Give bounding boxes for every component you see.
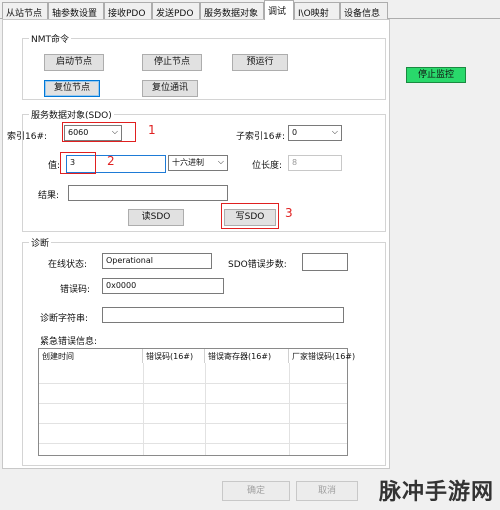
stop-node-button[interactable]: 停止节点 bbox=[142, 54, 202, 71]
tab-debug[interactable]: 调试 bbox=[264, 0, 294, 20]
number-format-select[interactable]: 十六进制 ⌵ bbox=[168, 155, 228, 171]
ok-button[interactable]: 确定 bbox=[222, 481, 290, 501]
chevron-down-icon: ⌵ bbox=[331, 127, 338, 136]
number-format-value: 十六进制 bbox=[172, 158, 204, 167]
tab-bar: 从站节点 轴参数设置 接收PDO 发送PDO 服务数据对象 调试 I\O映射 设… bbox=[0, 0, 500, 20]
online-status-field: Operational bbox=[102, 253, 212, 269]
read-sdo-button[interactable]: 读SDO bbox=[128, 209, 184, 226]
annotation-number-3: 3 bbox=[285, 206, 293, 220]
diag-string-field bbox=[102, 307, 344, 323]
annotation-number-1: 1 bbox=[148, 123, 156, 137]
tab-slave-node[interactable]: 从站节点 bbox=[2, 2, 48, 19]
result-label: 结果: bbox=[38, 191, 60, 201]
annotation-box-2 bbox=[60, 152, 96, 174]
tab-io-map[interactable]: I\O映射 bbox=[294, 2, 340, 19]
column-header-error-code: 错误码(16#) bbox=[143, 349, 205, 363]
table-grid-line bbox=[39, 403, 347, 404]
watermark-logo: 脉冲手游网 bbox=[378, 480, 494, 505]
tab-device-info[interactable]: 设备信息 bbox=[340, 2, 388, 19]
cancel-button[interactable]: 取消 bbox=[296, 481, 358, 501]
value-label: 值: bbox=[48, 161, 61, 171]
result-field bbox=[68, 185, 228, 201]
diagnostics-group-title: 诊断 bbox=[29, 236, 52, 249]
online-status-label: 在线状态: bbox=[48, 260, 88, 270]
tab-rx-pdo[interactable]: 接收PDO bbox=[104, 2, 152, 19]
nmt-group-title: NMT命令 bbox=[29, 32, 71, 45]
table-grid-line bbox=[205, 363, 206, 455]
annotation-box-1 bbox=[62, 122, 136, 142]
diag-string-label: 诊断字符串: bbox=[40, 314, 89, 324]
subindex-select[interactable]: 0 ⌵ bbox=[288, 125, 342, 141]
sdo-error-steps-field bbox=[302, 253, 348, 271]
subindex-label: 子索引16#: bbox=[236, 132, 286, 142]
column-header-created-time: 创建时间 bbox=[39, 349, 143, 363]
reset-node-button[interactable]: 复位节点 bbox=[44, 80, 100, 97]
error-code-field: 0x0000 bbox=[102, 278, 224, 294]
annotation-number-2: 2 bbox=[107, 154, 115, 168]
table-grid-line bbox=[39, 443, 347, 444]
tab-sdo[interactable]: 服务数据对象 bbox=[200, 2, 264, 19]
annotation-box-3 bbox=[221, 203, 279, 229]
start-node-button[interactable]: 启动节点 bbox=[44, 54, 104, 71]
pre-operational-button[interactable]: 预运行 bbox=[232, 54, 288, 71]
index-label: 索引16#: bbox=[7, 132, 48, 142]
table-grid-line bbox=[143, 363, 144, 455]
reset-comm-button[interactable]: 复位通讯 bbox=[142, 80, 198, 97]
column-header-error-register: 错误寄存器(16#) bbox=[205, 349, 289, 363]
column-header-vendor-error-code: 厂家错误码(16#) bbox=[292, 352, 356, 361]
table-grid-line bbox=[289, 363, 290, 455]
table-grid-line bbox=[39, 423, 347, 424]
sdo-error-steps-label: SDO错误步数: bbox=[228, 260, 287, 270]
table-grid-line bbox=[39, 383, 347, 384]
emergency-error-label: 紧急错误信息: bbox=[40, 337, 98, 347]
bit-length-label: 位长度: bbox=[252, 161, 283, 171]
bit-length-field: 8 bbox=[288, 155, 342, 171]
stop-monitor-button[interactable]: 停止监控 bbox=[406, 67, 466, 83]
tab-tx-pdo[interactable]: 发送PDO bbox=[152, 2, 200, 19]
error-code-label: 错误码: bbox=[60, 285, 91, 295]
tab-axis-params[interactable]: 轴参数设置 bbox=[48, 2, 104, 19]
sdo-group-title: 服务数据对象(SDO) bbox=[29, 108, 114, 121]
subindex-select-value: 0 bbox=[292, 128, 298, 137]
chevron-down-icon: ⌵ bbox=[217, 157, 224, 166]
emergency-error-table[interactable]: 创建时间 错误码(16#) 错误寄存器(16#) 厂家错误码(16#) bbox=[38, 348, 356, 456]
